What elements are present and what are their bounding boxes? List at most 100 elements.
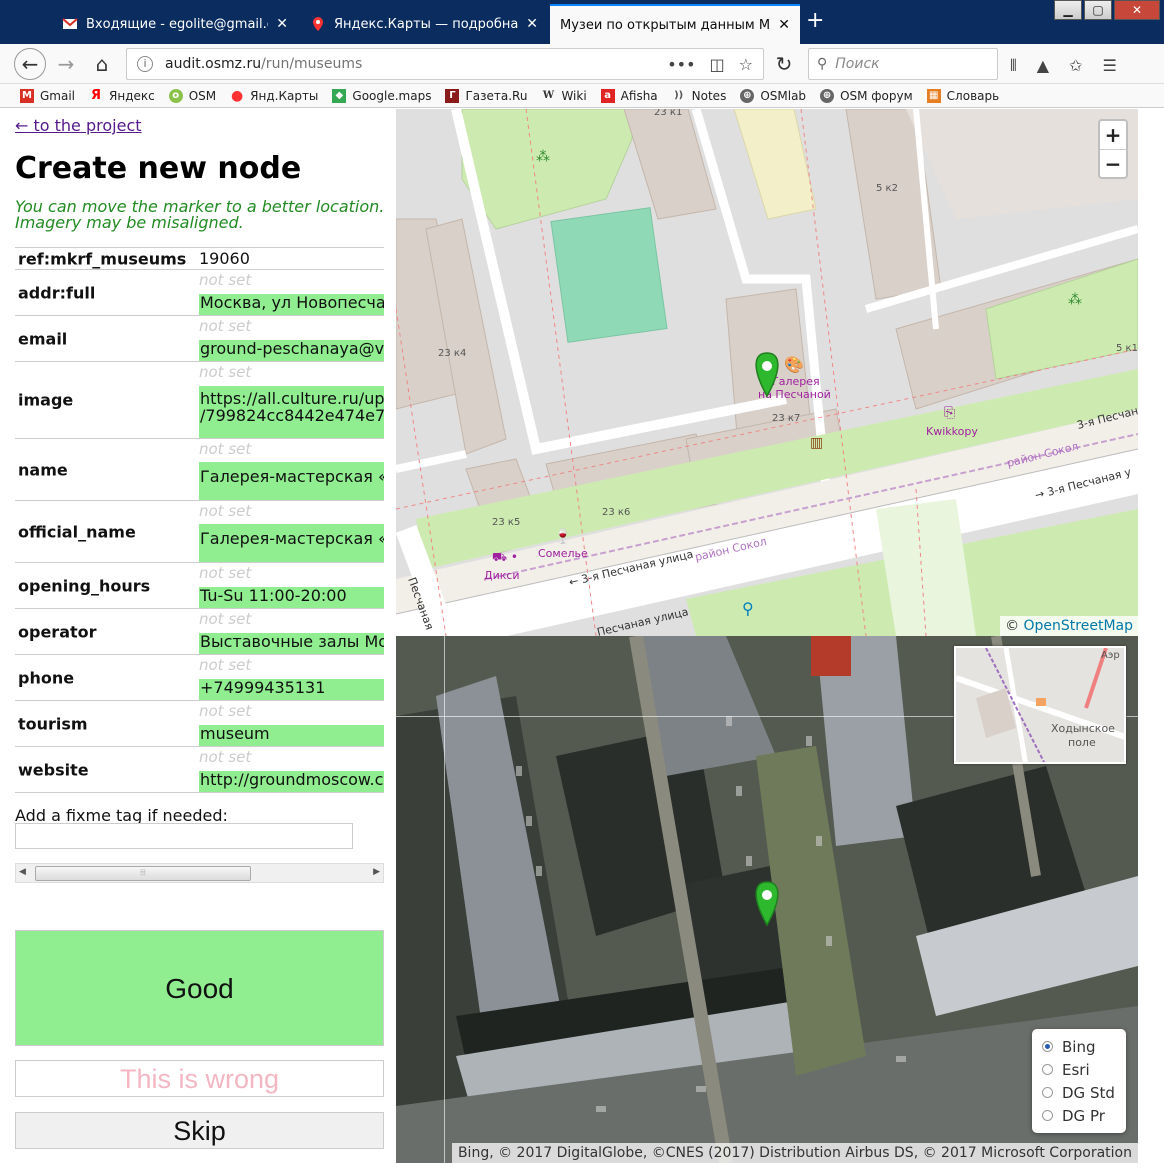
tag-row: ref:mkrf_museums 19060 (15, 248, 384, 270)
home-button[interactable]: ⌂ (86, 48, 118, 80)
good-button[interactable]: Good (15, 930, 384, 1046)
layer-option-esri[interactable]: Esri (1042, 1058, 1116, 1081)
old-value: not set (199, 656, 252, 674)
map-label: Сомелье (538, 547, 588, 560)
openstreetmap-link[interactable]: OpenStreetMap (1024, 618, 1133, 634)
bookmark-label: Газета.Ru (465, 88, 528, 103)
close-tab-icon[interactable]: ✕ (778, 17, 790, 33)
radio-icon[interactable] (1042, 1064, 1053, 1075)
bookmark-gmail[interactable]: M Gmail (20, 88, 76, 103)
tag-key: official_name (18, 522, 136, 541)
new-value[interactable]: Галерея-мастерская «Г (199, 524, 384, 562)
new-value[interactable]: Галерея-мастерская «Г (199, 462, 384, 500)
tag-key: website (18, 760, 89, 779)
back-to-project-link[interactable]: ← to the project (15, 116, 142, 135)
radio-icon[interactable] (1042, 1087, 1053, 1098)
map-label: 23 к4 (438, 348, 466, 359)
tag-row: phone not set +74999435131 (15, 655, 384, 701)
radio-icon[interactable] (1042, 1041, 1053, 1052)
horizontal-scrollbar[interactable]: ◀ ⦙⦙⦙ ▶ (15, 863, 384, 883)
hint-text: You can move the marker to a better loca… (15, 199, 384, 231)
pocket-icon[interactable]: ◫ (710, 55, 725, 74)
bookmark-google-maps[interactable]: ◆ Google.maps (332, 88, 432, 103)
close-tab-icon[interactable]: ✕ (526, 16, 538, 32)
tab-gmail[interactable]: Входящие - egolite@gmail.com ✕ (52, 4, 298, 44)
forward-button[interactable]: → (50, 48, 82, 80)
layer-option-bing[interactable]: Bing (1042, 1035, 1116, 1058)
map-label: 23 к6 (602, 507, 630, 518)
new-value[interactable]: Tu-Su 11:00-20:00 (199, 587, 384, 608)
new-value[interactable]: https://all.culture.ru/up /799824cc8442e… (199, 386, 384, 438)
tag-key: tourism (18, 714, 88, 733)
svg-text:🎨: 🎨 (784, 355, 804, 374)
url-bar[interactable]: i audit.osmz.ru/run/museums ••• ◫ ☆ (126, 48, 764, 80)
new-value[interactable]: http://groundmoscow.c (199, 771, 384, 792)
svg-text:⚲: ⚲ (742, 599, 754, 618)
bookmark-label: OSMlab (760, 88, 807, 103)
zoom-out-button[interactable]: − (1100, 149, 1126, 177)
fixme-input[interactable] (15, 823, 353, 849)
bookmark-wiki[interactable]: W Wiki (541, 89, 587, 103)
bookmark-osmlab[interactable]: ⊕ OSMlab (740, 88, 807, 103)
tab-museums[interactable]: Музеи по открытым данным Минк ✕ (550, 4, 800, 44)
bookmark-yandex[interactable]: Я Яндекс (89, 88, 155, 103)
google-maps-icon: ◆ (332, 88, 347, 103)
library-icon[interactable]: ⫴ (1010, 56, 1017, 76)
map-label: 5 к2 (876, 183, 898, 194)
globe-icon: ⊕ (740, 88, 755, 103)
layer-option-dg-std[interactable]: DG Std (1042, 1081, 1116, 1104)
wrong-button[interactable]: This is wrong (15, 1060, 384, 1097)
bookmark-label: Яндекс (109, 88, 155, 103)
bookmark-notes[interactable]: )) Notes (672, 89, 726, 103)
bookmark-label: Gmail (40, 88, 76, 103)
map-label: Дикси (484, 569, 520, 582)
minimap[interactable]: Ходынское поле Аэр (954, 646, 1126, 764)
skip-button[interactable]: Skip (15, 1112, 384, 1149)
attribution-prefix: © (1005, 618, 1020, 634)
new-value[interactable]: ground-peschanaya@vz (199, 340, 384, 361)
close-window-button[interactable]: ✕ (1114, 0, 1160, 20)
bookmark-dictionary[interactable]: ▦ Словарь (926, 88, 999, 103)
radio-icon[interactable] (1042, 1110, 1053, 1121)
close-tab-icon[interactable]: ✕ (276, 16, 288, 32)
imagery-layer-switcher: Bing Esri DG Std DG Pr (1032, 1029, 1126, 1133)
bookmark-label: Google.maps (352, 88, 432, 103)
scrollbar-thumb[interactable]: ⦙⦙⦙ (35, 866, 251, 881)
tab-yandex-maps[interactable]: Яндекс.Карты — подробная ка ✕ (300, 4, 548, 44)
minimize-button[interactable]: ▁ (1054, 0, 1082, 20)
new-value[interactable]: Москва, ул Новопесчан (199, 294, 384, 315)
svg-text:🍷: 🍷 (554, 528, 571, 545)
gmail-icon: M (20, 88, 34, 103)
new-value[interactable]: museum (199, 725, 384, 746)
page-scrollbar[interactable] (1138, 109, 1164, 1170)
bookmark-gazeta[interactable]: Г Газета.Ru (445, 88, 528, 103)
sync-icon[interactable]: ▲ (1037, 56, 1049, 76)
maximize-button[interactable]: ▢ (1084, 0, 1112, 20)
bookmarks-menu-icon[interactable]: ✩ (1069, 56, 1082, 76)
bookmark-osm-forum[interactable]: ⊕ OSM форум (820, 88, 913, 103)
bookmark-yandex-maps[interactable]: ● Янд.Карты (230, 89, 318, 103)
new-value[interactable]: Выставочные залы Мос (199, 633, 384, 654)
zoom-in-button[interactable]: + (1100, 121, 1126, 149)
bookmark-afisha[interactable]: a Afisha (600, 88, 658, 103)
back-button[interactable]: ← (14, 48, 46, 80)
minimap-label: Аэр (1101, 650, 1120, 661)
satellite-map[interactable]: Ходынское поле Аэр Bing Esri DG Std DG P… (396, 636, 1138, 1163)
info-icon[interactable]: i (137, 56, 153, 72)
old-value: not set (199, 440, 252, 458)
scroll-right-icon[interactable]: ▶ (373, 867, 380, 877)
osm-map[interactable]: ⁂ ⁂ 🎨 ⎘ ▥ 🍷 ⛟ • ⚲ 23 к1 5 к2 23 к4 5 к1 … (396, 109, 1138, 636)
bookmark-osm[interactable]: o OSM (168, 88, 216, 103)
scroll-left-icon[interactable]: ◀ (19, 867, 26, 877)
hamburger-menu-icon[interactable]: ☰ (1102, 56, 1116, 76)
layer-option-dg-pr[interactable]: DG Pr (1042, 1104, 1116, 1127)
minimap-label: поле (1068, 736, 1096, 749)
new-tab-button[interactable]: + (806, 10, 824, 32)
reload-button[interactable]: ↻ (768, 48, 800, 80)
search-input[interactable]: ⚲ Поиск (808, 48, 998, 80)
gmail-icon (62, 18, 78, 29)
tag-table: ref:mkrf_museums 19060 addr:full not set… (15, 247, 384, 793)
page-actions-icon[interactable]: ••• (667, 55, 695, 74)
bookmark-star-icon[interactable]: ☆ (739, 55, 753, 74)
new-value[interactable]: +74999435131 (199, 679, 384, 700)
